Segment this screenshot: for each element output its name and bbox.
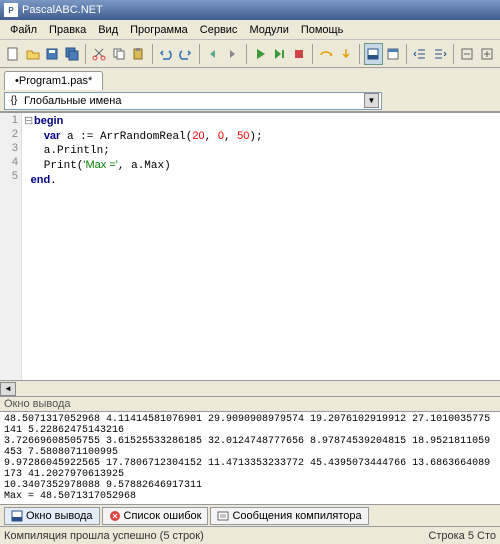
menu-program[interactable]: Программа	[124, 22, 194, 38]
run-icon[interactable]	[251, 43, 270, 65]
navigate-back-icon[interactable]	[204, 43, 223, 65]
toolbar-separator	[453, 44, 454, 64]
toolbar	[0, 40, 500, 68]
menu-file[interactable]: Файл	[4, 22, 43, 38]
toolbar-separator	[85, 44, 86, 64]
navigate-forward-icon[interactable]	[223, 43, 242, 65]
toolbar-separator	[312, 44, 313, 64]
toggle-form-icon[interactable]	[384, 43, 403, 65]
indent-right-icon[interactable]	[430, 43, 449, 65]
cut-icon[interactable]	[90, 43, 109, 65]
copy-icon[interactable]	[110, 43, 129, 65]
app-icon: P	[4, 3, 18, 17]
toolbar-separator	[359, 44, 360, 64]
namespace-icon: {}	[7, 94, 21, 108]
scope-label: Глобальные имена	[24, 95, 122, 107]
new-file-icon[interactable]	[4, 43, 23, 65]
bottom-tab-bar: Окно вывода Список ошибок Сообщения комп…	[0, 504, 500, 526]
menu-bar: Файл Правка Вид Программа Сервис Модули …	[0, 20, 500, 40]
open-file-icon[interactable]	[24, 43, 43, 65]
output-panel[interactable]: 48.5071317052968 4.11414581076901 29.909…	[0, 412, 500, 504]
error-list-icon	[109, 510, 121, 522]
toolbar-separator	[406, 44, 407, 64]
indent-left-icon[interactable]	[411, 43, 430, 65]
file-tab-bar: •Program1.pas*	[0, 68, 500, 90]
redo-icon[interactable]	[176, 43, 195, 65]
menu-view[interactable]: Вид	[92, 22, 124, 38]
paste-icon[interactable]	[129, 43, 148, 65]
toggle-output-icon[interactable]	[364, 43, 383, 65]
window-titlebar: P PascalABC.NET	[0, 0, 500, 20]
step-into-icon[interactable]	[337, 43, 356, 65]
status-cursor: Строка 5 Сто	[428, 530, 496, 542]
collapse-regions-icon[interactable]	[458, 43, 477, 65]
save-icon[interactable]	[43, 43, 62, 65]
scope-selector[interactable]: {} Глобальные имена ▼	[4, 92, 382, 110]
toolbar-separator	[152, 44, 153, 64]
status-message: Компиляция прошла успешно (5 строк)	[4, 530, 204, 542]
expand-regions-icon[interactable]	[477, 43, 496, 65]
run-noinput-icon[interactable]	[270, 43, 289, 65]
menu-edit[interactable]: Правка	[43, 22, 92, 38]
tab-output-label: Окно вывода	[26, 510, 93, 522]
tab-compiler[interactable]: Сообщения компилятора	[210, 507, 368, 525]
status-bar: Компиляция прошла успешно (5 строк) Стро…	[0, 526, 500, 544]
code-area[interactable]: ⊟begin var a := ArrRandomReal(20, 0, 50)…	[22, 113, 500, 380]
line-gutter: 12345	[0, 113, 22, 380]
menu-help[interactable]: Помощь	[295, 22, 350, 38]
undo-icon[interactable]	[157, 43, 176, 65]
tab-errors-label: Список ошибок	[124, 510, 202, 522]
horizontal-scrollbar[interactable]: ◄	[0, 380, 500, 396]
tab-errors[interactable]: Список ошибок	[102, 507, 209, 525]
save-all-icon[interactable]	[63, 43, 82, 65]
tab-output[interactable]: Окно вывода	[4, 507, 100, 525]
toolbar-separator	[199, 44, 200, 64]
window-title: PascalABC.NET	[22, 4, 103, 16]
scope-selector-row: {} Глобальные имена ▼	[0, 90, 500, 112]
tab-compiler-label: Сообщения компилятора	[232, 510, 361, 522]
output-icon	[11, 510, 23, 522]
chevron-down-icon[interactable]: ▼	[364, 93, 379, 108]
menu-modules[interactable]: Модули	[243, 22, 294, 38]
step-over-icon[interactable]	[317, 43, 336, 65]
compiler-msg-icon	[217, 510, 229, 522]
output-panel-title: Окно вывода	[0, 396, 500, 412]
file-tab[interactable]: •Program1.pas*	[4, 71, 103, 90]
toolbar-separator	[246, 44, 247, 64]
scroll-left-icon[interactable]: ◄	[0, 382, 16, 396]
menu-service[interactable]: Сервис	[194, 22, 244, 38]
code-editor[interactable]: 12345 ⊟begin var a := ArrRandomReal(20, …	[0, 112, 500, 380]
stop-icon[interactable]	[290, 43, 309, 65]
